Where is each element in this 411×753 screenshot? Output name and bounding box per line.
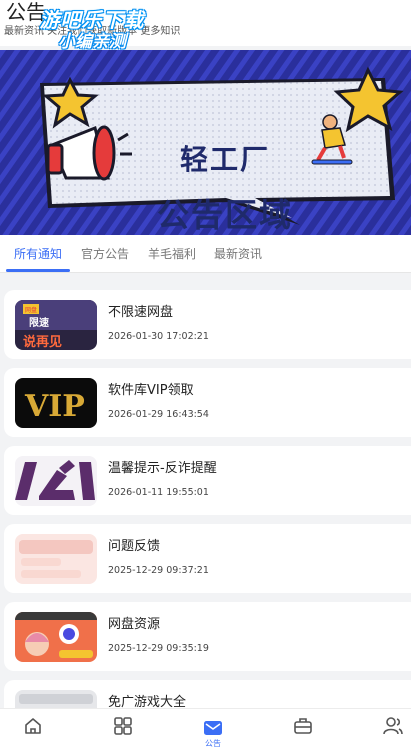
announcement-banner[interactable]: 轻工厂 公告区域 — [0, 50, 411, 235]
nav-apps[interactable] — [101, 715, 145, 737]
thumb-tag: 网盘 — [25, 306, 37, 314]
item-time: 2025-12-29 09:37:21 — [108, 565, 209, 576]
thumb-label: VIP — [24, 389, 85, 424]
tab-welfare[interactable]: 羊毛福利 — [148, 245, 196, 262]
nav-profile[interactable] — [371, 715, 411, 737]
item-time: 2026-01-30 17:02:21 — [108, 331, 209, 342]
feedback-thumb — [15, 534, 97, 584]
anti-fraud-thumb — [15, 456, 97, 506]
item-title: 网盘资源 — [108, 617, 161, 632]
vip-thumb: VIP — [15, 378, 97, 428]
bottom-navigation: 公告 — [0, 708, 411, 753]
tab-all[interactable]: 所有通知 — [14, 245, 62, 262]
item-time: 2026-01-29 16:43:54 — [108, 409, 209, 420]
thumb-label: 限速 — [29, 316, 49, 329]
item-time: 2026-01-11 19:55:01 — [108, 487, 209, 498]
item-title: 问题反馈 — [108, 539, 161, 554]
user-icon — [383, 717, 403, 735]
thumb-label: 说再见 — [23, 334, 62, 350]
active-tab-indicator — [6, 269, 70, 272]
item-title: 软件库VIP领取 — [108, 383, 194, 398]
top-bar: 公告 最新资讯 关注我们获取新版本 更多知识 游吧乐下载 小编亲测 — [0, 0, 411, 52]
list-item[interactable]: 问题反馈 2025-12-29 09:37:21 — [4, 524, 411, 593]
category-tabs: 所有通知 官方公告 羊毛福利 最新资讯 — [0, 235, 411, 273]
nav-label: 公告 — [205, 739, 221, 748]
tab-official[interactable]: 官方公告 — [81, 245, 129, 262]
grid-icon — [114, 717, 132, 735]
watermark: 游吧乐下载 小编亲测 — [32, 8, 152, 52]
mail-icon — [204, 721, 222, 735]
item-time: 2025-12-29 09:35:19 — [108, 643, 209, 654]
item-title: 温馨提示-反诈提醒 — [108, 461, 217, 476]
watermark-line1: 游吧乐下载 — [39, 8, 145, 32]
netdisk-thumb — [15, 612, 97, 662]
nav-announcements[interactable]: 公告 — [191, 719, 235, 749]
list-item[interactable]: 温馨提示-反诈提醒 2026-01-11 19:55:01 — [4, 446, 411, 515]
nav-toolbox[interactable] — [281, 715, 325, 737]
list-item[interactable]: 网盘资源 2025-12-29 09:35:19 — [4, 602, 411, 671]
watermark-line2: 小编亲测 — [58, 32, 126, 52]
banner-title: 轻工厂 — [179, 143, 270, 176]
item-title: 不限速网盘 — [108, 305, 174, 320]
banner-subtitle: 公告区域 — [156, 196, 293, 234]
nav-home[interactable] — [11, 715, 55, 737]
list-item[interactable]: 网盘 限速 说再见 不限速网盘 2026-01-30 17:02:21 — [4, 290, 411, 359]
list-item[interactable]: VIP 软件库VIP领取 2026-01-29 16:43:54 — [4, 368, 411, 437]
tab-news[interactable]: 最新资讯 — [214, 245, 262, 262]
toolbox-icon — [294, 718, 312, 734]
home-icon — [25, 718, 41, 734]
unlimited-speed-thumb: 网盘 限速 说再见 — [15, 300, 97, 350]
